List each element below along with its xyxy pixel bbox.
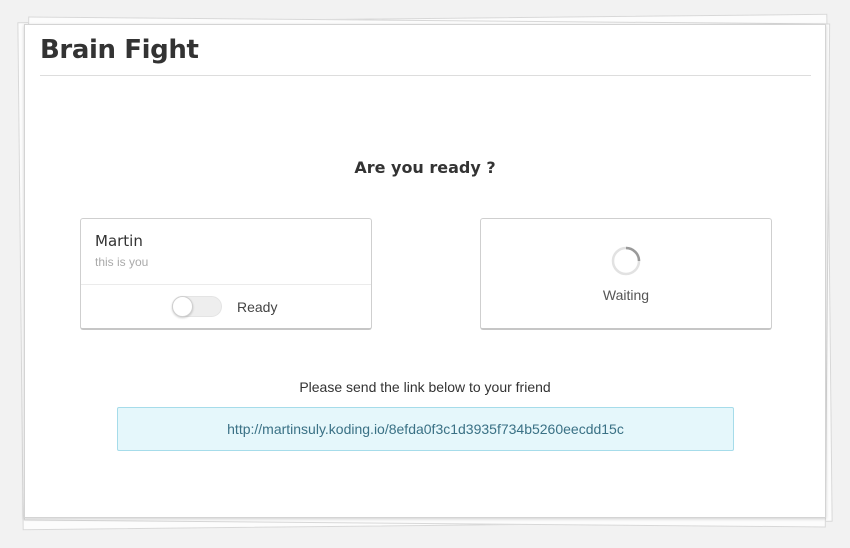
share-instruction: Please send the link below to your frien… (299, 379, 551, 395)
player-subtitle: this is you (95, 255, 149, 269)
ready-question: Are you ready ? (354, 158, 496, 177)
waiting-label: Waiting (602, 287, 650, 303)
spinner-icon (611, 246, 641, 276)
ready-toggle[interactable] (172, 296, 222, 317)
ready-label: Ready (237, 299, 278, 315)
opponent-card: Waiting (480, 218, 772, 330)
toggle-knob[interactable] (172, 296, 193, 317)
title-divider (40, 75, 811, 76)
card-divider (81, 284, 371, 285)
player-name: Martin (95, 232, 143, 250)
my-player-card: Martin this is you Ready (80, 218, 372, 330)
main-panel: Brain Fight Are you ready ? Martin this … (24, 24, 826, 518)
invite-link-box[interactable]: http://martinsuly.koding.io/8efda0f3c1d3… (117, 407, 734, 451)
app-title: Brain Fight (40, 35, 199, 65)
